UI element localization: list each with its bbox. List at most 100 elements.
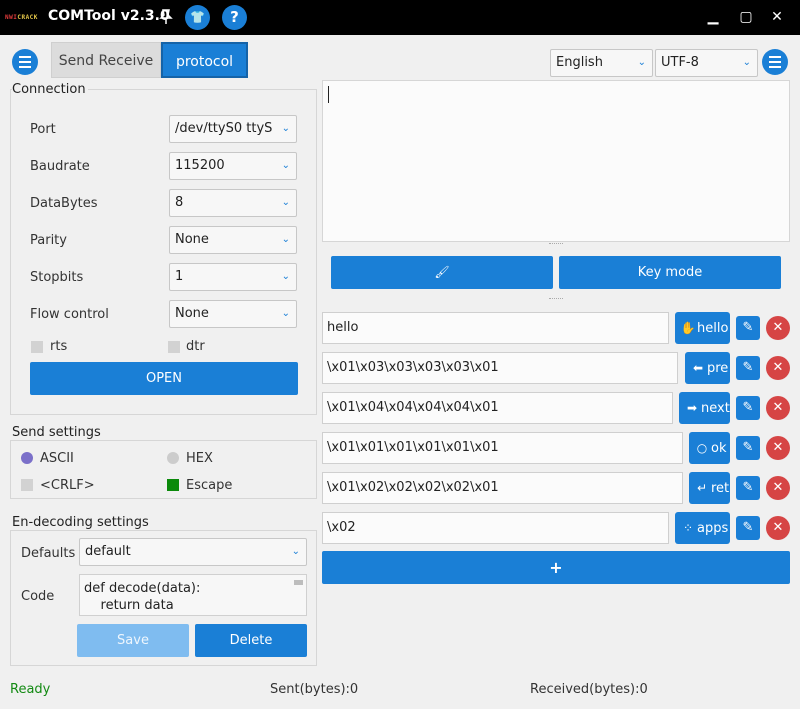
command-button-pre[interactable]: ⬅ pre bbox=[685, 352, 730, 384]
command-button-apps[interactable]: ⁘ apps bbox=[675, 512, 730, 544]
command-button-label: ret bbox=[711, 481, 730, 496]
language-value: English bbox=[556, 55, 603, 70]
delete-x-icon[interactable]: ✕ bbox=[766, 436, 790, 460]
right-menu-icon[interactable] bbox=[762, 49, 788, 75]
chevron-down-icon: ⌄ bbox=[637, 57, 646, 68]
defaults-select[interactable]: default ⌄ bbox=[79, 538, 307, 566]
save-button[interactable]: Save bbox=[77, 624, 189, 657]
open-button[interactable]: OPEN bbox=[30, 362, 298, 395]
command-input[interactable]: \x01\x04\x04\x04\x04\x01 bbox=[322, 392, 673, 424]
minimize-icon[interactable]: ▁ bbox=[704, 8, 722, 26]
code-label: Code bbox=[21, 589, 55, 604]
encoding-value: UTF-8 bbox=[661, 55, 699, 70]
maximize-icon[interactable]: ▢ bbox=[737, 8, 755, 26]
edit-pencil-icon[interactable]: ✎ bbox=[736, 316, 760, 340]
help-icon[interactable]: ? bbox=[222, 5, 247, 30]
stopbits-value: 1 bbox=[175, 269, 184, 284]
command-button-ok[interactable]: ○ ok bbox=[689, 432, 730, 464]
brush-icon: 🖌 bbox=[434, 265, 450, 279]
en-decoding-title: En-decoding settings bbox=[12, 515, 151, 530]
flow-control-label: Flow control bbox=[30, 307, 109, 322]
chevron-down-icon: ⌄ bbox=[742, 57, 751, 68]
databytes-select[interactable]: 8 ⌄ bbox=[169, 189, 297, 217]
key-mode-button[interactable]: Key mode bbox=[559, 256, 781, 289]
command-button-label: hello bbox=[697, 321, 729, 336]
arrow-left-icon: ⬅ bbox=[692, 361, 704, 375]
port-value: /dev/ttyS0 ttyS bbox=[175, 121, 273, 136]
language-select[interactable]: English ⌄ bbox=[550, 49, 653, 77]
chevron-down-icon: ⌄ bbox=[281, 123, 290, 134]
tab-send-receive[interactable]: Send Receive bbox=[51, 42, 161, 78]
close-window-icon[interactable]: ✕ bbox=[768, 8, 786, 26]
hex-radio[interactable] bbox=[167, 452, 179, 464]
rts-checkbox[interactable] bbox=[31, 341, 43, 353]
edit-pencil-icon[interactable]: ✎ bbox=[736, 396, 760, 420]
baudrate-select[interactable]: 115200 ⌄ bbox=[169, 152, 297, 180]
hex-label: HEX bbox=[186, 451, 213, 466]
command-button-label: next bbox=[701, 401, 730, 416]
clear-button[interactable]: 🖌 bbox=[331, 256, 553, 289]
chevron-down-icon: ⌄ bbox=[281, 234, 290, 245]
command-button-hello[interactable]: ✋ hello bbox=[675, 312, 730, 344]
stopbits-label: Stopbits bbox=[30, 270, 84, 285]
code-scrollbar[interactable] bbox=[294, 580, 303, 585]
delete-x-icon[interactable]: ✕ bbox=[766, 316, 790, 340]
command-button-ret[interactable]: ↵ ret bbox=[689, 472, 730, 504]
tab-protocol[interactable]: protocol bbox=[161, 42, 248, 78]
circle-icon: ○ bbox=[696, 441, 708, 455]
splitter-handle[interactable] bbox=[549, 298, 563, 300]
port-select[interactable]: /dev/ttyS0 ttyS ⌄ bbox=[169, 115, 297, 143]
crlf-checkbox[interactable] bbox=[21, 479, 33, 491]
command-input[interactable]: hello bbox=[322, 312, 669, 344]
defaults-label: Defaults bbox=[21, 546, 76, 561]
parity-label: Parity bbox=[30, 233, 67, 248]
command-input[interactable]: \x01\x03\x03\x03\x03\x01 bbox=[322, 352, 678, 384]
edit-pencil-icon[interactable]: ✎ bbox=[736, 516, 760, 540]
dtr-checkbox[interactable] bbox=[168, 341, 180, 353]
arrow-right-icon: ➡ bbox=[686, 401, 698, 415]
rts-label: rts bbox=[50, 339, 68, 354]
command-input[interactable]: \x02 bbox=[322, 512, 669, 544]
delete-button[interactable]: Delete bbox=[195, 624, 307, 657]
receive-text-area[interactable] bbox=[322, 80, 790, 242]
sent-bytes: Sent(bytes):0 bbox=[270, 682, 359, 697]
dtr-label: dtr bbox=[186, 339, 205, 354]
ascii-label: ASCII bbox=[40, 451, 74, 466]
add-command-button[interactable]: + bbox=[322, 551, 790, 584]
baudrate-label: Baudrate bbox=[30, 159, 90, 174]
escape-checkbox[interactable] bbox=[167, 479, 179, 491]
command-input[interactable]: \x01\x02\x02\x02\x02\x01 bbox=[322, 472, 683, 504]
left-menu-icon[interactable] bbox=[12, 49, 38, 75]
stopbits-select[interactable]: 1 ⌄ bbox=[169, 263, 297, 291]
delete-x-icon[interactable]: ✕ bbox=[766, 356, 790, 380]
skin-icon[interactable]: 👕 bbox=[185, 5, 210, 30]
ascii-radio[interactable] bbox=[21, 452, 33, 464]
defaults-value: default bbox=[85, 544, 131, 559]
pin-icon[interactable] bbox=[158, 8, 174, 26]
port-label: Port bbox=[30, 122, 56, 137]
baudrate-value: 115200 bbox=[175, 158, 225, 173]
chevron-down-icon: ⌄ bbox=[281, 308, 290, 319]
command-button-next[interactable]: ➡ next bbox=[679, 392, 730, 424]
databytes-value: 8 bbox=[175, 195, 184, 210]
encoding-select[interactable]: UTF-8 ⌄ bbox=[655, 49, 758, 77]
code-editor[interactable]: def decode(data): return data bbox=[79, 574, 307, 616]
edit-pencil-icon[interactable]: ✎ bbox=[736, 356, 760, 380]
edit-pencil-icon[interactable]: ✎ bbox=[736, 436, 760, 460]
command-input[interactable]: \x01\x01\x01\x01\x01\x01 bbox=[322, 432, 683, 464]
parity-select[interactable]: None ⌄ bbox=[169, 226, 297, 254]
delete-x-icon[interactable]: ✕ bbox=[766, 516, 790, 540]
crlf-label: <CRLF> bbox=[40, 478, 95, 493]
apps-icon: ⁘ bbox=[682, 521, 694, 535]
delete-x-icon[interactable]: ✕ bbox=[766, 476, 790, 500]
splitter-handle[interactable] bbox=[549, 243, 563, 245]
connection-title: Connection bbox=[12, 82, 88, 97]
status-ready: Ready bbox=[10, 682, 51, 697]
flow-control-select[interactable]: None ⌄ bbox=[169, 300, 297, 328]
command-button-label: pre bbox=[707, 361, 729, 376]
hand-icon: ✋ bbox=[680, 321, 696, 335]
edit-pencil-icon[interactable]: ✎ bbox=[736, 476, 760, 500]
delete-x-icon[interactable]: ✕ bbox=[766, 396, 790, 420]
chevron-down-icon: ⌄ bbox=[281, 160, 290, 171]
flow-control-value: None bbox=[175, 306, 209, 321]
